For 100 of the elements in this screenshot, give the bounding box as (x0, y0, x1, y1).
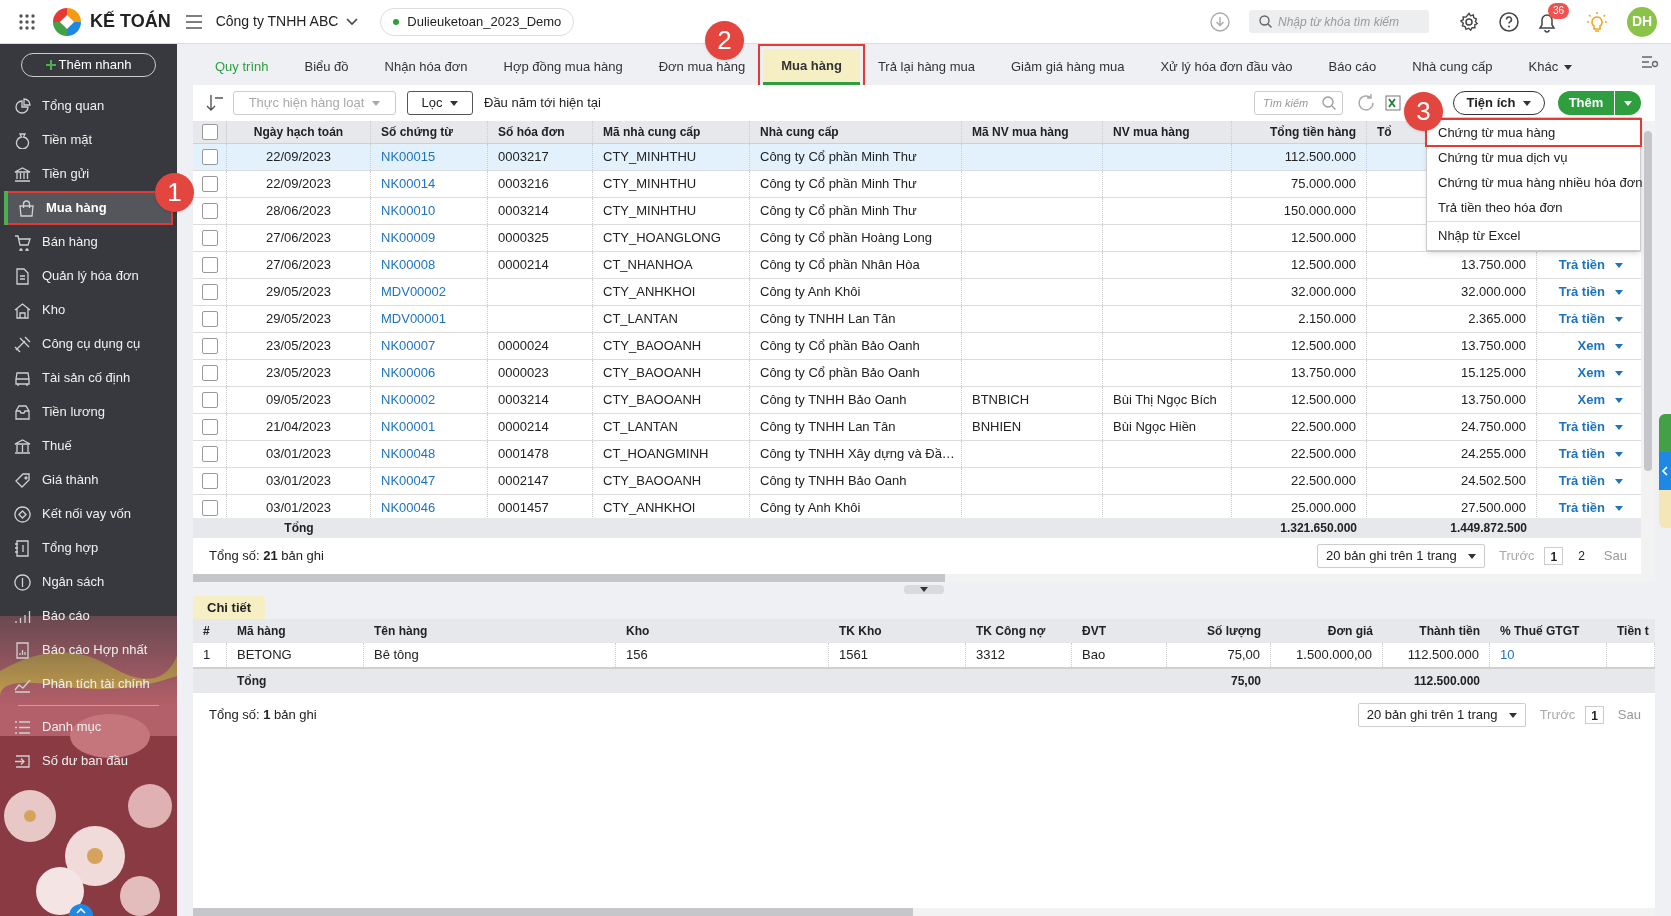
table-cell-text: 32.000.000 (1460, 283, 1526, 302)
table-cell-text: 0000024 (498, 337, 549, 356)
table-cell-text: CTY_BAOOANH (603, 391, 702, 410)
table-cell-text: 25.000.000 (1290, 499, 1356, 518)
table-cell-text: CTY_BAOOANH (603, 337, 702, 356)
table-cell-text: 27/06/2023 (265, 229, 332, 248)
table-cell-text: Công ty Cổ phần Minh Thư (760, 175, 917, 194)
table-cell-text: Công ty Anh Khôi (760, 499, 861, 518)
table-cell-text: 22/09/2023 (265, 148, 332, 167)
table-cell-text: 0000214 (498, 256, 549, 275)
table-cell-text: 0000023 (498, 364, 549, 383)
table-cell-text: 12.500.000 (1290, 229, 1356, 248)
table-cell-text: Công ty Cổ phần Nhân Hòa (760, 256, 920, 275)
total-value: 112.500.000 (1413, 673, 1480, 690)
table-cell-text: Công ty Cổ phần Hoàng Long (760, 229, 932, 248)
table-cell-text: 22/09/2023 (265, 175, 332, 194)
table-cell-text: 112.500.000 (1284, 148, 1356, 167)
table-cell-text: Bê tông (374, 646, 419, 665)
table-cell-text: 156 (626, 646, 648, 665)
table-cell-text: 0003214 (498, 391, 549, 410)
app-name: KẾ TOÁN (90, 9, 171, 33)
table-cell-text: 0003217 (498, 148, 549, 167)
table-cell-text: CTY_MINHTHU (603, 175, 697, 194)
date-range-label: Đầu năm tới hiện tại (484, 94, 601, 113)
table-cell-text: 1 (203, 646, 211, 665)
table-cell-text: 32.000.000 (1290, 283, 1356, 302)
table-cell-text: Bao (1082, 646, 1106, 665)
table-cell-text: 75.000.000 (1290, 175, 1356, 194)
notification-badge: 36 (1547, 2, 1569, 19)
table-cell-text: Bùi Thị Ngọc Bích (1113, 391, 1217, 410)
table-cell-text: 22.500.000 (1290, 445, 1356, 464)
table-cell-text: 27.500.000 (1460, 499, 1526, 518)
table-cell-text: 13.750.000 (1290, 364, 1356, 383)
table-cell-text: 112.500.000 (1407, 646, 1479, 665)
total-value: 1.321.650.000 (1280, 520, 1357, 537)
table-cell-text: 03/01/2023 (265, 445, 332, 464)
table-cell-text: Công ty Anh Khôi (760, 283, 861, 302)
table-cell-text: Bùi Ngọc Hiền (1113, 418, 1197, 437)
table-cell-text: 0000325 (498, 229, 549, 248)
table-cell-text: Công ty Cổ phần Minh Thư (760, 148, 917, 167)
table-cell-text: CT_LANTAN (603, 418, 678, 437)
table-cell-text: 28/06/2023 (265, 202, 332, 221)
table-cell-text: 0001457 (498, 499, 549, 518)
database-name: Dulieuketoan_2023_Demo (407, 12, 562, 31)
table-cell-text: CTY_ANHKHOI (603, 499, 696, 518)
table-cell-text: CTY_HOANGLONG (603, 229, 721, 248)
table-cell-text: CT_LANTAN (603, 310, 678, 329)
table-cell-text: 1.500.000,00 (1296, 646, 1372, 665)
table-cell-text: Công ty TNHH Bảo Oanh (760, 472, 907, 491)
table-cell-text: 13.750.000 (1460, 256, 1526, 275)
table-cell-text: 29/05/2023 (265, 283, 332, 302)
table-cell-text: 13.750.000 (1460, 337, 1526, 356)
table-cell-text: 03/01/2023 (265, 499, 332, 518)
total-value: 1.449.872.500 (1450, 520, 1527, 537)
total-label: Tổng (284, 520, 314, 537)
table-cell-text: 0000214 (498, 418, 549, 437)
table-cell-text: 12.500.000 (1290, 337, 1356, 356)
table-cell-text: CT_HOANGMINH (603, 445, 709, 464)
table-cell-text: 2.365.000 (1468, 310, 1526, 329)
table-cell-text: 09/05/2023 (265, 391, 332, 410)
table-cell-text: 0001478 (498, 445, 549, 464)
table-cell-text: 15.125.000 (1460, 364, 1526, 383)
table-cell-text: 29/05/2023 (265, 310, 332, 329)
table-cell-text: 3312 (976, 646, 1005, 665)
table-cell-text: 22.500.000 (1290, 418, 1356, 437)
table-cell-text: Công ty TNHH Xây dựng và Đầ… (760, 445, 955, 464)
table-cell-text: BNHIEN (972, 418, 1022, 437)
table-cell-text: 21/04/2023 (265, 418, 332, 437)
total-label: Tổng (237, 673, 267, 690)
record-count: Tổng số: 1 bản ghi (209, 706, 317, 725)
table-cell-text: 24.255.000 (1460, 445, 1526, 464)
table-cell-text: Công ty TNHH Lan Tân (760, 418, 896, 437)
table-cell-text: Công ty Cổ phần Minh Thư (760, 202, 917, 221)
table-cell-text: 24.750.000 (1460, 418, 1526, 437)
table-cell-text: 27/06/2023 (265, 256, 332, 275)
table-cell-text: 03/01/2023 (265, 472, 332, 491)
table-cell-text: BETONG (237, 646, 292, 665)
table-cell-text: BTNBICH (972, 391, 1030, 410)
table-cell-text: 23/05/2023 (265, 337, 332, 356)
table-cell-text: 0003216 (498, 175, 549, 194)
table-cell-text: 12.500.000 (1290, 256, 1356, 275)
table-cell-text: Công ty TNHH Lan Tân (760, 310, 896, 329)
table-cell-text: CT_NHANHOA (603, 256, 693, 275)
table-cell-text: Công ty Cổ phần Bảo Oanh (760, 337, 920, 356)
record-count: Tổng số: 21 bản ghi (209, 547, 324, 566)
table-cell-text: 0002147 (498, 472, 549, 491)
table-cell-text: 75,00 (1227, 646, 1260, 665)
total-value: 75,00 (1230, 673, 1261, 690)
table-cell-text: Công ty Cổ phần Bảo Oanh (760, 364, 920, 383)
table-cell-text: CTY_BAOOANH (603, 364, 702, 383)
table-cell-text: Công ty TNHH Bảo Oanh (760, 391, 907, 410)
table-cell-text: CTY_BAOOANH (603, 472, 702, 491)
table-cell-text: 12.500.000 (1290, 391, 1356, 410)
table-cell-text: 1561 (839, 646, 868, 665)
table-cell-text: 0003214 (498, 202, 549, 221)
table-cell-text: 22.500.000 (1290, 472, 1356, 491)
table-cell-text: CTY_MINHTHU (603, 148, 697, 167)
table-cell-text: 13.750.000 (1460, 391, 1526, 410)
table-cell-text: 24.502.500 (1460, 472, 1526, 491)
table-cell-text: CTY_ANHKHOI (603, 283, 696, 302)
